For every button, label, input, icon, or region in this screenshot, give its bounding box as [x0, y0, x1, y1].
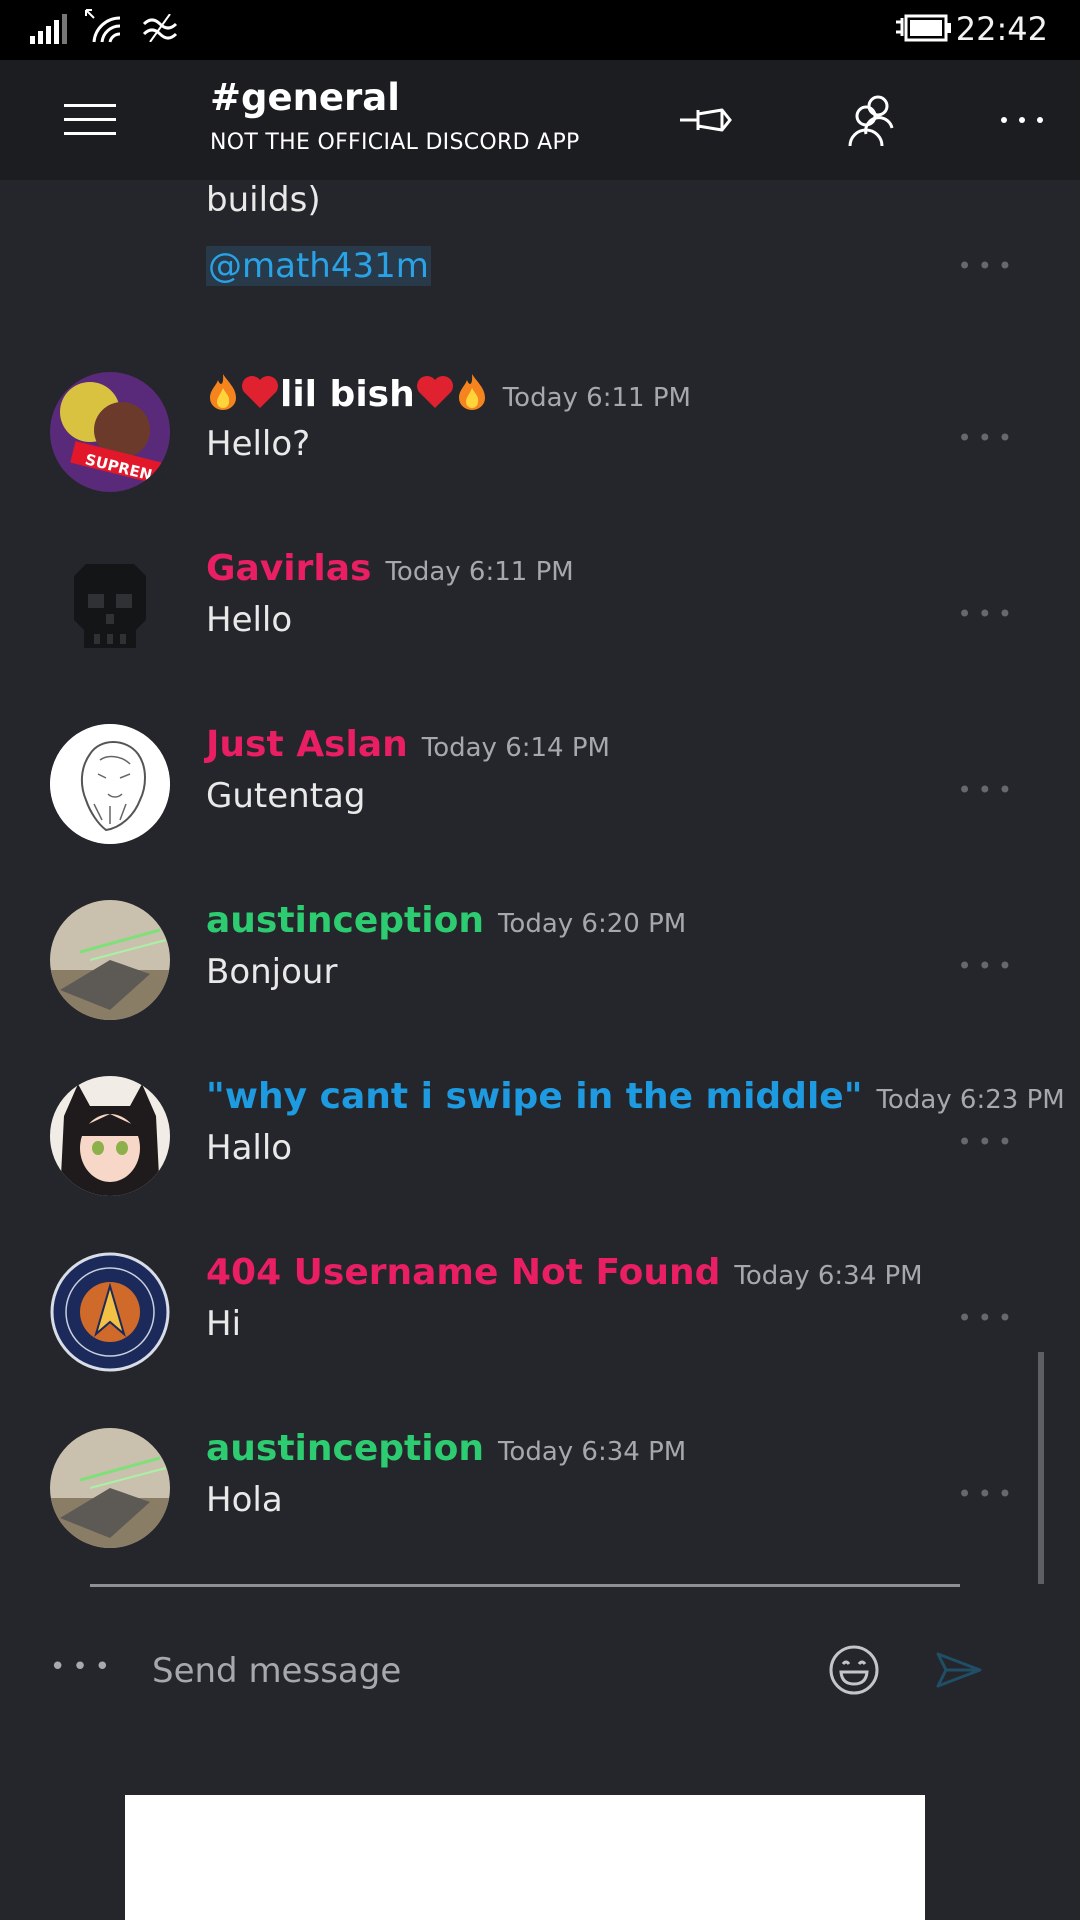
- send-icon[interactable]: [936, 1652, 982, 1688]
- message-text: builds): [206, 180, 321, 220]
- user-avatar[interactable]: [50, 1428, 170, 1548]
- pin-icon[interactable]: [676, 90, 736, 150]
- message-more-icon[interactable]: •••: [958, 952, 1018, 980]
- message-item[interactable]: austinception Today 6:20 PM Bonjour •••: [0, 900, 1080, 1050]
- message-more-icon[interactable]: •••: [958, 1304, 1018, 1332]
- message-author[interactable]: "why cant i swipe in the middle" Today 6:…: [206, 1076, 1065, 1117]
- clock: 22:42: [955, 10, 1048, 48]
- members-icon[interactable]: [844, 90, 904, 150]
- heart-icon: [416, 376, 453, 408]
- message-item[interactable]: "why cant i swipe in the middle" Today 6:…: [0, 1076, 1080, 1226]
- message-more-icon[interactable]: •••: [958, 252, 1018, 280]
- channel-title[interactable]: #general: [210, 76, 400, 119]
- message-text: Bonjour: [206, 952, 338, 992]
- user-avatar[interactable]: SUPREN: [50, 372, 170, 492]
- fire-icon: [458, 374, 485, 410]
- message-item[interactable]: Gavirlas Today 6:11 PM Hello •••: [0, 548, 1080, 698]
- avatar-anime: [50, 1076, 170, 1196]
- message-author[interactable]: austinception Today 6:34 PM: [206, 1428, 686, 1469]
- message-item[interactable]: SUPREN lil bish Today 6:11 PM Hello? •••: [0, 372, 1080, 522]
- message-author[interactable]: austinception Today 6:20 PM: [206, 900, 686, 941]
- fire-icon: [210, 374, 236, 410]
- message-more-icon[interactable]: •••: [958, 1128, 1018, 1156]
- message-input[interactable]: [150, 1640, 794, 1702]
- battery-charging-icon: [896, 14, 951, 42]
- message-more-icon[interactable]: •••: [958, 424, 1018, 452]
- more-icon[interactable]: [992, 90, 1052, 150]
- message-author[interactable]: Gavirlas Today 6:11 PM: [206, 548, 574, 589]
- message-time: Today 6:23 PM: [876, 1085, 1065, 1115]
- user-mention[interactable]: @math431m: [206, 246, 431, 286]
- message-time: Today 6:14 PM: [421, 733, 610, 763]
- message-text: Hello?: [206, 424, 311, 464]
- avatar-lion: [50, 724, 170, 844]
- user-avatar[interactable]: [50, 548, 170, 668]
- heart-icon: [242, 376, 278, 408]
- message-more-icon[interactable]: •••: [958, 1480, 1018, 1508]
- message-time: Today 6:34 PM: [734, 1261, 923, 1291]
- message-time: Today 6:11 PM: [385, 557, 574, 587]
- keyboard-area: [125, 1795, 925, 1920]
- status-bar: 22:42: [0, 0, 1080, 60]
- avatar-falcon: [50, 1428, 170, 1548]
- user-avatar[interactable]: [50, 1076, 170, 1196]
- channel-subtitle: NOT THE OFFICIAL DISCORD APP: [210, 130, 580, 155]
- scrollbar[interactable]: [1038, 1352, 1044, 1584]
- message-text: Hi: [206, 1304, 242, 1344]
- message-item[interactable]: Just Aslan Today 6:14 PM Gutentag •••: [0, 724, 1080, 874]
- message-author[interactable]: lil bish Today 6:11 PM: [206, 372, 691, 415]
- message-more-icon[interactable]: •••: [958, 600, 1018, 628]
- app-bar: #general NOT THE OFFICIAL DISCORD APP: [0, 60, 1080, 180]
- avatar-skull: [74, 564, 146, 648]
- message-text: Hallo: [206, 1128, 293, 1168]
- message-time: Today 6:11 PM: [502, 383, 691, 413]
- message-item[interactable]: austinception Today 6:34 PM Hola •••: [0, 1428, 1080, 1578]
- message-text: Hola: [206, 1480, 283, 1520]
- user-avatar[interactable]: [50, 724, 170, 844]
- user-avatar[interactable]: [50, 900, 170, 1020]
- composer-divider: [90, 1584, 960, 1587]
- message-time: Today 6:20 PM: [497, 909, 687, 939]
- wifi-icon: [85, 9, 121, 43]
- menu-icon[interactable]: [64, 104, 116, 136]
- message-author[interactable]: 404 Username Not Found Today 6:34 PM: [206, 1252, 923, 1293]
- data-sense-icon: [142, 14, 178, 42]
- message-text: Gutentag: [206, 776, 366, 816]
- message-list[interactable]: builds) @math431m ••• SUPREN lil bish Tod…: [0, 180, 1080, 1590]
- signal-icon: [30, 14, 67, 44]
- message-text: Hello: [206, 600, 293, 640]
- message-time: Today 6:34 PM: [497, 1437, 687, 1467]
- avatar-starfleet: [50, 1252, 170, 1372]
- avatar-supreme: SUPREN: [50, 372, 170, 492]
- emoji-icon[interactable]: [828, 1644, 880, 1696]
- composer-more-icon[interactable]: •••: [50, 1652, 117, 1682]
- message-more-icon[interactable]: •••: [958, 776, 1018, 804]
- avatar-falcon: [50, 900, 170, 1020]
- message-author[interactable]: Just Aslan Today 6:14 PM: [206, 724, 610, 765]
- user-avatar[interactable]: [50, 1252, 170, 1372]
- message-item[interactable]: 404 Username Not Found Today 6:34 PM Hi •…: [0, 1252, 1080, 1402]
